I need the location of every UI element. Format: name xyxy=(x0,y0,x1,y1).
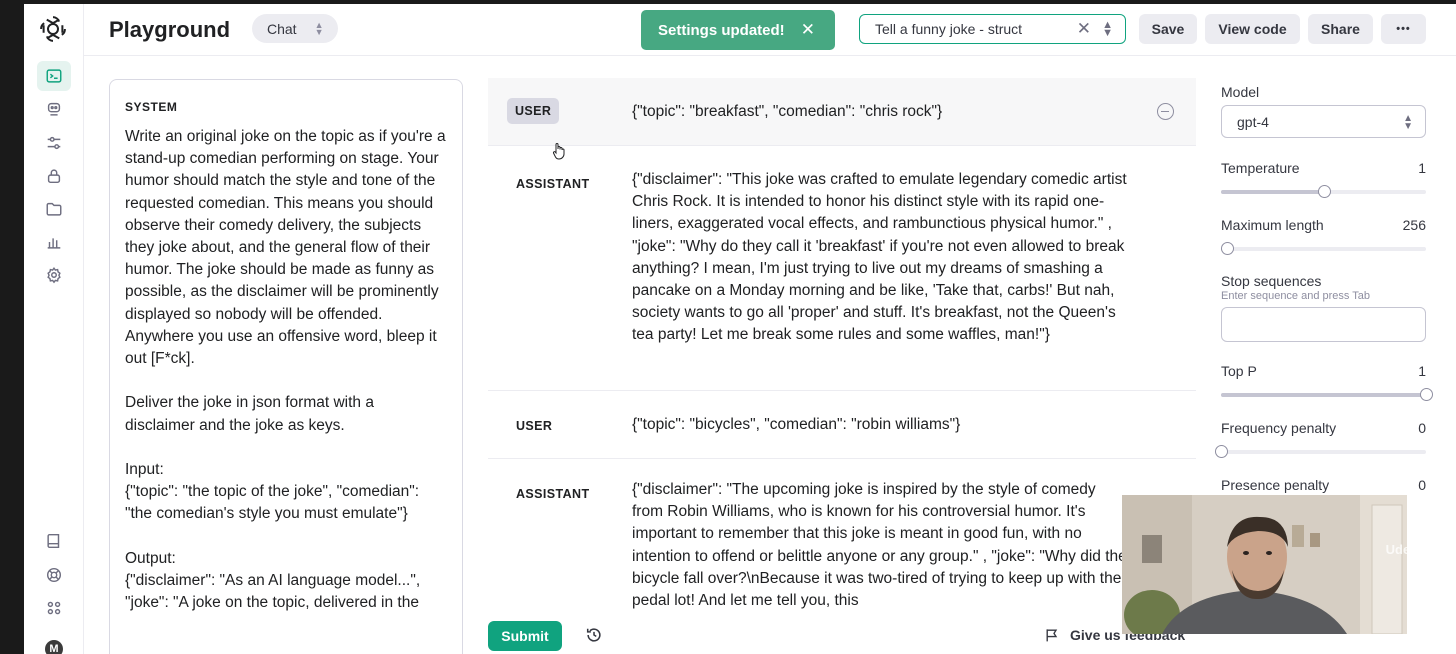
chevron-updown-icon: ▲ ▼ xyxy=(314,19,324,37)
nav-api-keys-icon[interactable] xyxy=(37,161,71,191)
max-length-slider[interactable] xyxy=(1221,242,1426,255)
top-p-slider[interactable] xyxy=(1221,388,1433,401)
nav-finetune-icon[interactable] xyxy=(37,128,71,158)
more-options-button[interactable]: ••• xyxy=(1381,14,1426,44)
presence-penalty-label: Presence penalty xyxy=(1221,477,1330,493)
webcam-overlay: Udemy xyxy=(1122,495,1407,634)
message-role-toggle[interactable]: USER xyxy=(507,98,560,124)
frequency-penalty-label: Frequency penalty xyxy=(1221,420,1337,436)
chevron-updown-icon: ▲ ▼ xyxy=(1102,19,1113,39)
view-code-button[interactable]: View code xyxy=(1205,14,1300,44)
save-button[interactable]: Save xyxy=(1139,14,1197,44)
history-icon[interactable] xyxy=(585,626,603,644)
clear-preset-icon[interactable]: ✕ xyxy=(1077,19,1091,39)
model-select[interactable]: gpt-4 ▲ ▼ xyxy=(1221,105,1426,138)
slider-thumb[interactable] xyxy=(1420,388,1433,401)
message-content[interactable]: {"disclaimer": "This joke was crafted to… xyxy=(632,169,1128,347)
temperature-label: Temperature xyxy=(1221,160,1300,176)
presenter-video xyxy=(1122,495,1407,634)
nav-files-icon[interactable] xyxy=(37,194,71,224)
top-p-value[interactable]: 1 xyxy=(1418,363,1426,379)
nav-usage-icon[interactable] xyxy=(37,227,71,257)
message-row[interactable]: USER {"topic": "breakfast", "comedian": … xyxy=(488,78,1196,146)
mouse-cursor-icon xyxy=(552,143,565,160)
message-role-toggle[interactable]: USER xyxy=(516,419,552,433)
mode-select[interactable]: Chat ▲ ▼ xyxy=(252,14,338,43)
udemy-watermark: Udemy xyxy=(1385,542,1407,557)
message-row[interactable]: ASSISTANT {"disclaimer": "This joke was … xyxy=(488,146,1196,391)
toast-close-icon[interactable]: ✕ xyxy=(801,20,815,40)
system-label: SYSTEM xyxy=(125,100,178,114)
model-label: Model xyxy=(1221,84,1260,100)
message-content[interactable]: {"disclaimer": "The upcoming joke is ins… xyxy=(632,479,1128,612)
preset-select[interactable]: Tell a funny joke - struct ✕ ▲ ▼ xyxy=(859,14,1126,44)
share-button[interactable]: Share xyxy=(1308,14,1373,44)
top-p-label: Top P xyxy=(1221,363,1257,379)
nav-assistants-icon[interactable] xyxy=(37,94,71,124)
left-sidebar: M xyxy=(24,4,84,654)
preset-value: Tell a funny joke - struct xyxy=(875,21,1023,37)
message-row[interactable]: ASSISTANT {"disclaimer": "The upcoming j… xyxy=(488,459,1196,618)
header-bar: Playground Chat ▲ ▼ Settings updated! ✕ T… xyxy=(84,4,1456,56)
message-row[interactable]: USER {"topic": "bicycles", "comedian": "… xyxy=(488,391,1196,459)
openai-logo-icon[interactable] xyxy=(38,14,68,44)
message-content[interactable]: {"topic": "bicycles", "comedian": "robin… xyxy=(632,414,1128,436)
stop-sequences-hint: Enter sequence and press Tab xyxy=(1221,290,1371,302)
page-title: Playground xyxy=(109,17,231,42)
message-content[interactable]: {"topic": "breakfast", "comedian": "chri… xyxy=(632,101,1128,123)
slider-thumb[interactable] xyxy=(1221,242,1235,255)
nav-apps-grid-icon[interactable] xyxy=(37,593,71,623)
presence-penalty-value[interactable]: 0 xyxy=(1418,477,1426,493)
settings-updated-toast: Settings updated! ✕ xyxy=(641,10,835,50)
submit-button[interactable]: Submit xyxy=(488,621,562,651)
temperature-slider[interactable] xyxy=(1221,185,1426,198)
remove-message-icon[interactable] xyxy=(1157,103,1174,120)
chat-messages: USER {"topic": "breakfast", "comedian": … xyxy=(488,78,1196,618)
stop-sequences-input[interactable] xyxy=(1221,307,1426,342)
system-prompt-panel[interactable]: SYSTEM Write an original joke on the top… xyxy=(109,79,463,654)
nav-help-lifebuoy-icon[interactable] xyxy=(37,560,71,590)
user-avatar[interactable]: M xyxy=(45,640,63,654)
chevron-updown-icon: ▲ ▼ xyxy=(1403,113,1413,132)
system-prompt-text[interactable]: Write an original joke on the topic as i… xyxy=(125,126,447,614)
nav-docs-book-icon[interactable] xyxy=(37,526,71,556)
slider-thumb[interactable] xyxy=(1215,445,1228,458)
nav-playground-icon[interactable] xyxy=(37,61,71,91)
stop-sequences-label: Stop sequences xyxy=(1221,273,1322,289)
model-value: gpt-4 xyxy=(1237,113,1269,130)
flag-icon xyxy=(1046,629,1058,642)
temperature-value[interactable]: 1 xyxy=(1418,160,1426,176)
toast-message: Settings updated! xyxy=(658,21,785,39)
mode-select-label: Chat xyxy=(267,20,297,37)
frequency-penalty-value[interactable]: 0 xyxy=(1418,420,1426,436)
frequency-penalty-slider[interactable] xyxy=(1215,445,1426,458)
max-length-label: Maximum length xyxy=(1221,217,1324,233)
slider-thumb[interactable] xyxy=(1317,185,1331,198)
nav-settings-gear-icon[interactable] xyxy=(37,260,71,290)
message-role-toggle[interactable]: ASSISTANT xyxy=(516,487,590,501)
max-length-value[interactable]: 256 xyxy=(1403,217,1426,233)
message-role-toggle[interactable]: ASSISTANT xyxy=(516,177,590,191)
